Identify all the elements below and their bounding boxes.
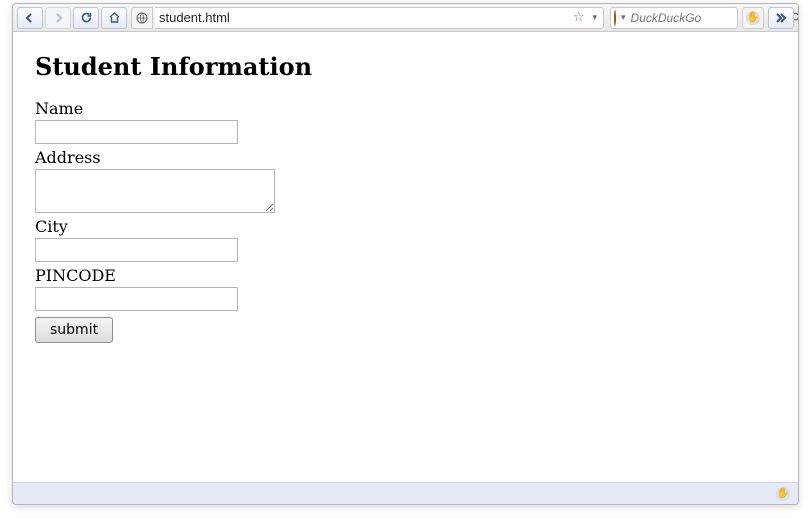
page-content: Student Information Name Address City PI… xyxy=(13,32,798,482)
city-label: City xyxy=(35,217,786,236)
forward-button[interactable] xyxy=(45,7,71,29)
address-label: Address xyxy=(35,148,786,167)
browser-toolbar: ☆ ▾ ▾ ✋ xyxy=(13,4,798,32)
bookmark-star-icon[interactable]: ☆ xyxy=(571,10,587,25)
pincode-label: PINCODE xyxy=(35,266,786,285)
name-label: Name xyxy=(35,99,786,118)
home-icon xyxy=(108,11,121,24)
globe-icon xyxy=(136,12,148,24)
status-bar: ✋ xyxy=(13,482,798,504)
browser-window: ☆ ▾ ▾ ✋ Student Information Name Address… xyxy=(12,3,799,505)
arrow-right-icon xyxy=(52,12,64,24)
urlbar-dropdown-icon[interactable]: ▾ xyxy=(590,13,599,23)
reload-button[interactable] xyxy=(73,7,99,29)
hand-icon: ✋ xyxy=(746,11,760,25)
name-input[interactable] xyxy=(35,120,238,144)
page-heading: Student Information xyxy=(35,52,786,81)
site-identity-button[interactable] xyxy=(131,7,153,29)
statusbar-addon-icon[interactable]: ✋ xyxy=(776,487,790,501)
submit-button[interactable]: submit xyxy=(35,317,113,343)
chevrons-right-icon xyxy=(774,12,788,24)
back-button[interactable] xyxy=(17,7,43,29)
overflow-button[interactable] xyxy=(768,7,794,29)
city-input[interactable] xyxy=(35,238,238,262)
address-textarea[interactable] xyxy=(35,169,275,213)
addon-button[interactable]: ✋ xyxy=(742,7,764,29)
url-input[interactable] xyxy=(159,10,567,25)
search-bar[interactable]: ▾ xyxy=(610,7,738,29)
reload-icon xyxy=(80,11,93,24)
duckduckgo-icon[interactable] xyxy=(614,10,616,26)
pincode-input[interactable] xyxy=(35,287,238,311)
url-bar[interactable]: ☆ ▾ xyxy=(155,7,604,29)
search-engine-dropdown-icon[interactable]: ▾ xyxy=(619,13,628,23)
arrow-left-icon xyxy=(24,12,36,24)
home-button[interactable] xyxy=(101,7,127,29)
